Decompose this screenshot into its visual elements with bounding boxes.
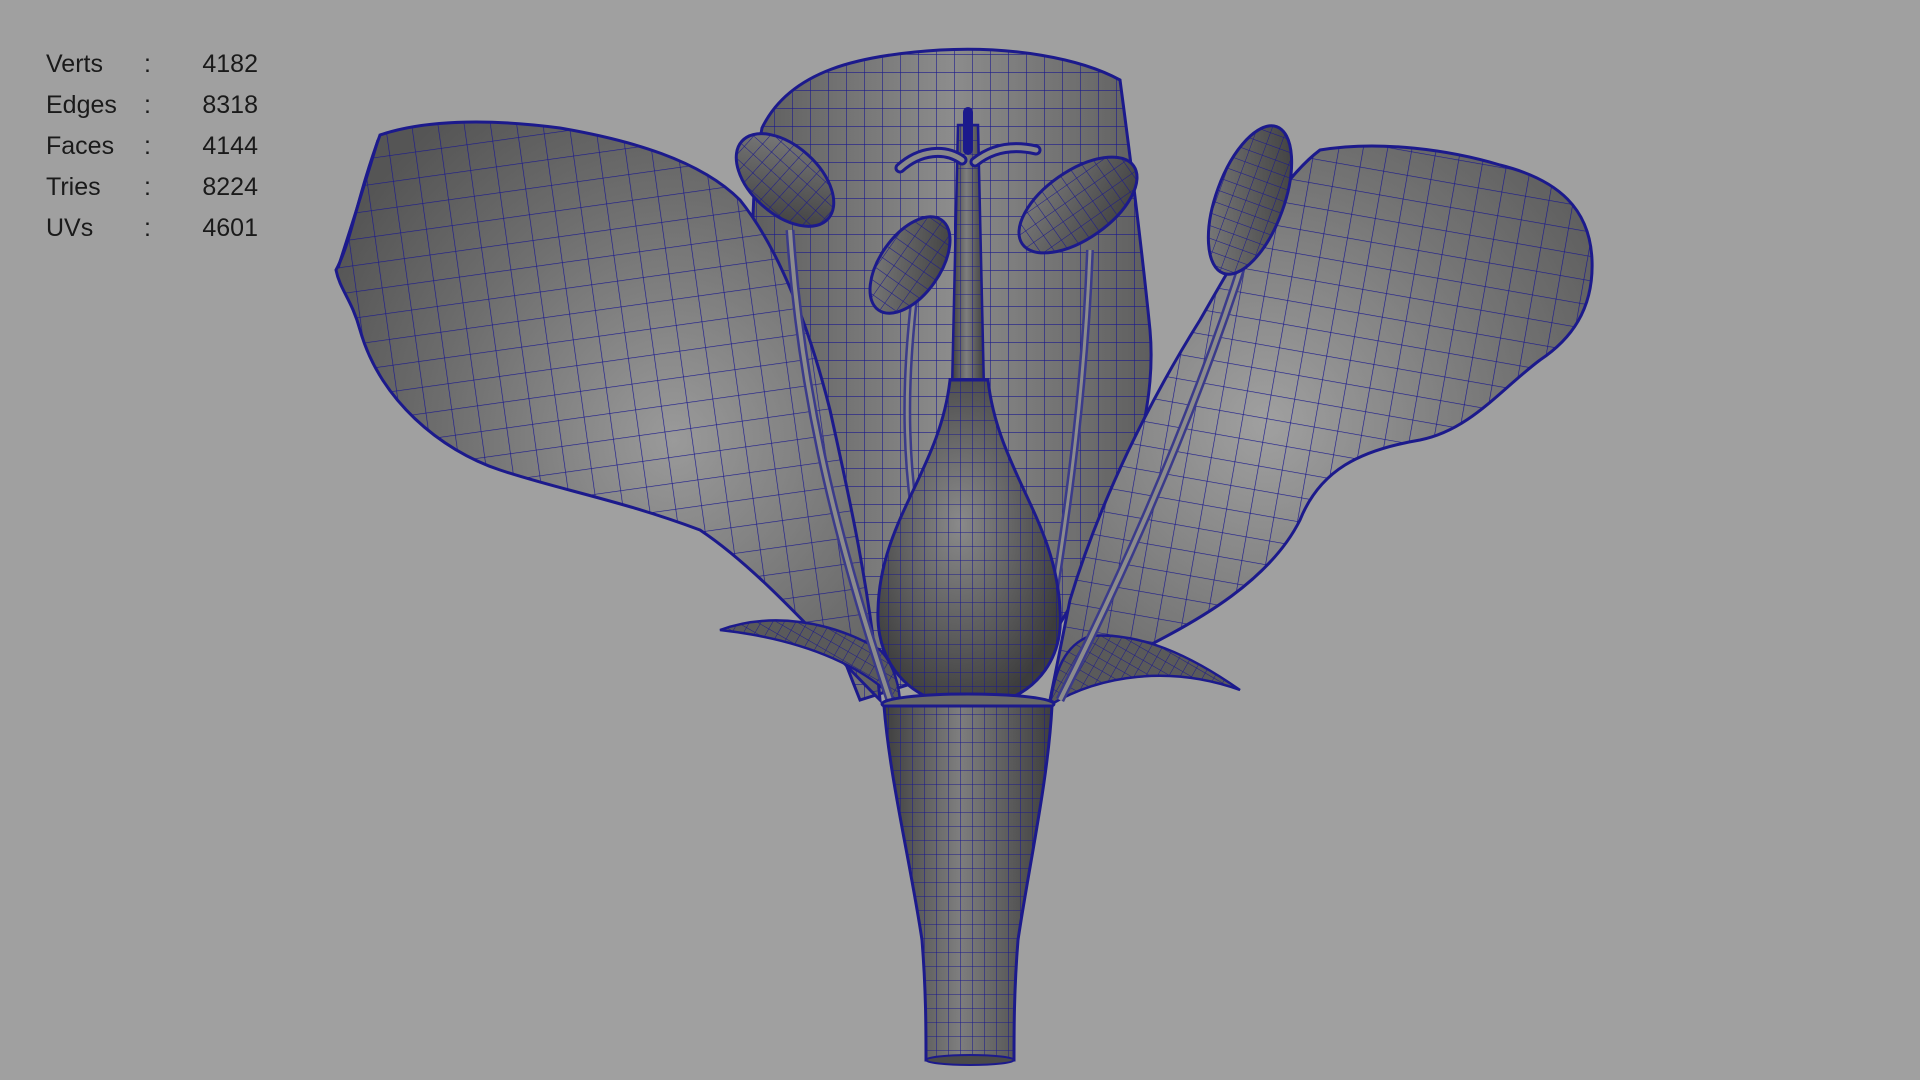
flower-mesh[interactable] bbox=[0, 0, 1920, 1080]
hud-label: Tries bbox=[46, 173, 101, 201]
hud-value: 8318 bbox=[202, 91, 258, 119]
hud-separator: : bbox=[144, 50, 151, 78]
hud-separator: : bbox=[144, 173, 151, 201]
hud-row-verts: Verts : 4182 bbox=[46, 44, 258, 85]
hud-label: Edges bbox=[46, 91, 117, 119]
hud-row-tries: Tries : 8224 bbox=[46, 167, 258, 208]
hud-value: 4144 bbox=[202, 132, 258, 160]
hud-label: Verts bbox=[46, 50, 103, 78]
stem[interactable] bbox=[882, 704, 1054, 1066]
3d-viewport[interactable]: Verts : 4182 Edges : 8318 Faces : 4144 T… bbox=[0, 0, 1920, 1080]
hud-label: Faces bbox=[46, 132, 115, 160]
hud-separator: : bbox=[144, 214, 151, 242]
hud-row-edges: Edges : 8318 bbox=[46, 85, 258, 126]
hud-value: 8224 bbox=[202, 173, 258, 201]
hud-separator: : bbox=[144, 132, 151, 160]
hud-value: 4601 bbox=[202, 214, 258, 242]
hud-value: 4182 bbox=[202, 50, 258, 78]
hud-row-faces: Faces : 4144 bbox=[46, 126, 258, 167]
poly-count-hud: Verts : 4182 Edges : 8318 Faces : 4144 T… bbox=[46, 44, 258, 249]
hud-row-uvs: UVs : 4601 bbox=[46, 208, 258, 249]
hud-separator: : bbox=[144, 91, 151, 119]
hud-label: UVs bbox=[46, 214, 94, 242]
